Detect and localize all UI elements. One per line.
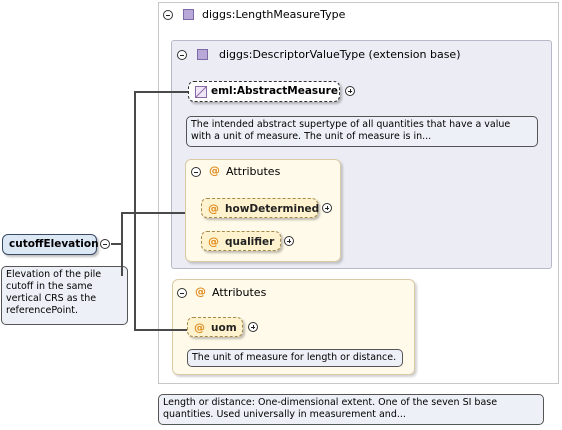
cutoff-elevation-doc: Elevation of the pile cutoff in the same… bbox=[1, 266, 128, 325]
connector-base-attrs bbox=[121, 212, 185, 214]
cutoff-elevation-collapse-icon[interactable] bbox=[100, 239, 110, 249]
connector-top bbox=[134, 91, 188, 93]
connector-root-h bbox=[111, 243, 121, 245]
type-attributes-title: Attributes bbox=[212, 286, 267, 299]
attributes-at-icon: @ bbox=[195, 285, 206, 298]
attribute-at-icon: @ bbox=[194, 321, 205, 334]
abstract-measure-label: eml:AbstractMeasure bbox=[211, 85, 338, 97]
base-panel-collapse-icon[interactable] bbox=[177, 50, 187, 60]
how-determined-expand-icon[interactable] bbox=[322, 203, 332, 213]
connector-trunk-right bbox=[134, 91, 136, 331]
abstract-measure-expand-icon[interactable] bbox=[345, 86, 355, 96]
abstract-measure-element[interactable]: eml:AbstractMeasure bbox=[188, 81, 340, 102]
base-panel-title: diggs:DescriptorValueType (extension bas… bbox=[219, 48, 461, 61]
base-attributes-collapse-icon[interactable] bbox=[191, 167, 201, 177]
uom-label: uom bbox=[211, 322, 237, 334]
connector-bottom bbox=[134, 329, 187, 331]
attribute-qualifier[interactable]: @ qualifier bbox=[201, 231, 281, 251]
type-panel-collapse-icon[interactable] bbox=[163, 10, 173, 20]
type-panel-title: diggs:LengthMeasureType bbox=[202, 8, 346, 21]
qualifier-label: qualifier bbox=[225, 236, 275, 248]
attribute-uom[interactable]: @ uom bbox=[187, 317, 243, 337]
connector-trunk-left bbox=[121, 212, 123, 276]
cutoff-elevation-label: cutoffElevation bbox=[9, 238, 99, 250]
complex-type-icon bbox=[183, 9, 194, 20]
base-attributes-title: Attributes bbox=[226, 165, 281, 178]
attributes-at-icon: @ bbox=[209, 164, 220, 177]
cutoff-elevation-element[interactable]: cutoffElevation bbox=[2, 234, 99, 255]
base-type-icon bbox=[197, 49, 208, 60]
how-determined-label: howDetermined bbox=[225, 203, 320, 215]
uom-doc: The unit of measure for length or distan… bbox=[187, 349, 403, 367]
attribute-how-determined[interactable]: @ howDetermined bbox=[201, 198, 320, 218]
abstract-measure-doc: The intended abstract supertype of all q… bbox=[186, 116, 538, 147]
uom-expand-icon[interactable] bbox=[248, 322, 258, 332]
attribute-at-icon: @ bbox=[208, 202, 219, 215]
abstract-element-icon bbox=[195, 86, 207, 98]
type-doc: Length or distance: One-dimensional exte… bbox=[158, 394, 544, 425]
type-attributes-collapse-icon[interactable] bbox=[177, 288, 187, 298]
attribute-at-icon: @ bbox=[208, 235, 219, 248]
qualifier-expand-icon[interactable] bbox=[284, 236, 294, 246]
